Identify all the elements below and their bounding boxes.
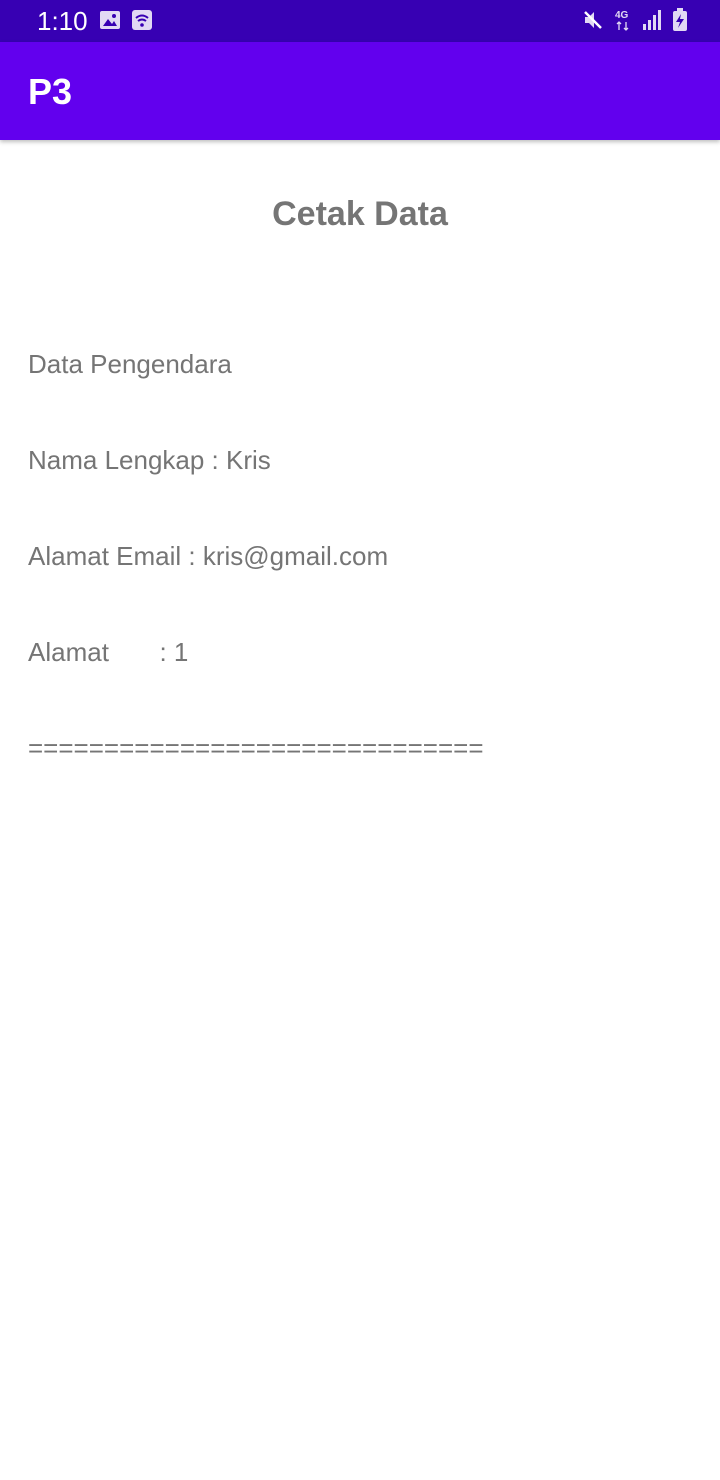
status-left-icons <box>99 9 153 36</box>
signal-icon <box>642 9 662 36</box>
image-icon <box>99 9 121 36</box>
wifi-notification-icon <box>131 9 153 36</box>
4g-icon: 4G <box>614 8 632 37</box>
status-right-icons: 4G <box>582 8 688 37</box>
app-title: P3 <box>28 71 73 112</box>
data-output: Data Pengendara Nama Lengkap : Kris Alam… <box>28 284 692 828</box>
address-line: Alamat : 1 <box>28 637 189 667</box>
page-heading: Cetak Data <box>272 195 448 233</box>
network-label: 4G <box>615 10 629 21</box>
email-line: Alamat Email : kris@gmail.com <box>28 541 389 571</box>
mute-icon <box>582 9 604 36</box>
status-bar: 1:10 4G <box>0 0 720 42</box>
full-name-line: Nama Lengkap : Kris <box>28 445 271 475</box>
data-section-title: Data Pengendara <box>28 349 232 379</box>
battery-charging-icon <box>672 8 688 37</box>
separator-line: ============================== <box>28 733 484 763</box>
app-bar: P3 <box>0 42 720 140</box>
status-time: 1:10 <box>37 6 88 36</box>
